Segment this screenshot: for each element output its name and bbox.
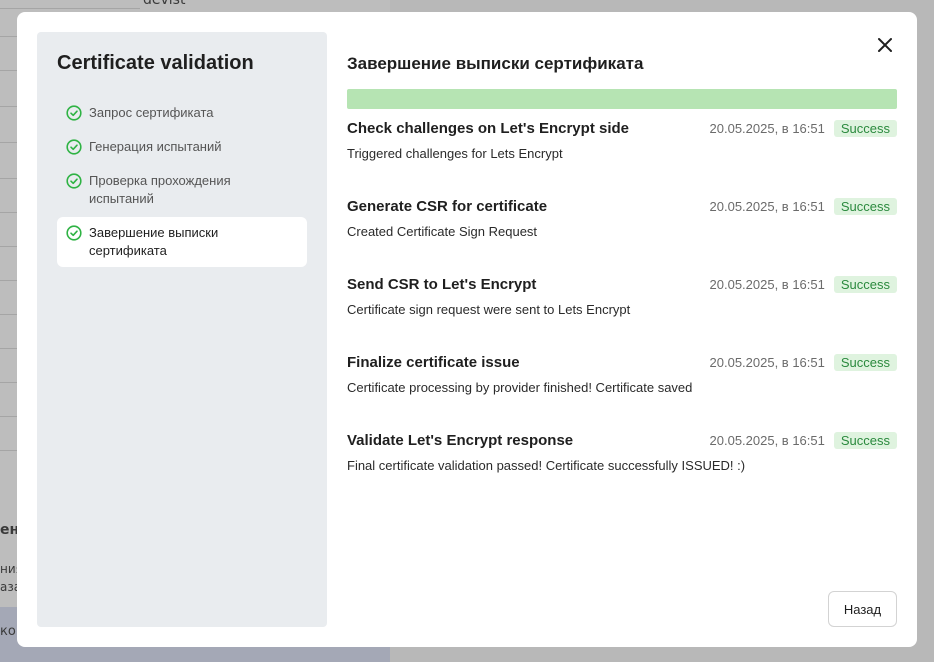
back-button[interactable]: Назад bbox=[828, 591, 897, 627]
check-circle-icon bbox=[66, 139, 82, 155]
log-description: Final certificate validation passed! Cer… bbox=[347, 458, 746, 473]
log-description: Certificate processing by provider finis… bbox=[347, 380, 693, 395]
log-title: Send CSR to Let's Encrypt bbox=[347, 275, 537, 293]
progress-bar bbox=[347, 89, 897, 109]
log-list: Check challenges on Let's Encrypt side 2… bbox=[347, 118, 897, 508]
log-timestamp: 20.05.2025, в 16:51 bbox=[709, 120, 825, 136]
step-label: Завершение выписки сертификата bbox=[89, 225, 219, 258]
check-circle-icon bbox=[66, 225, 82, 241]
status-badge: Success bbox=[833, 431, 897, 449]
check-circle-icon bbox=[66, 173, 82, 189]
step-item[interactable]: Запрос сертификата bbox=[57, 97, 307, 129]
status-badge: Success bbox=[833, 353, 897, 371]
step-details: Завершение выписки сертификата Check cha… bbox=[347, 32, 897, 627]
step-item[interactable]: Генерация испытаний bbox=[57, 131, 307, 163]
log-timestamp: 20.05.2025, в 16:51 bbox=[709, 198, 825, 214]
log-title: Generate CSR for certificate bbox=[347, 197, 548, 215]
steps-panel-title: Certificate validation bbox=[57, 52, 254, 74]
log-description: Certificate sign request were sent to Le… bbox=[347, 302, 631, 317]
log-item: Finalize certificate issue 20.05.2025, в… bbox=[347, 352, 897, 430]
step-item-active[interactable]: Завершение выписки сертификата bbox=[57, 217, 307, 267]
log-timestamp: 20.05.2025, в 16:51 bbox=[709, 354, 825, 370]
status-badge: Success bbox=[833, 275, 897, 293]
log-item: Send CSR to Let's Encrypt 20.05.2025, в … bbox=[347, 274, 897, 352]
status-badge: Success bbox=[833, 197, 897, 215]
log-description: Triggered challenges for Lets Encrypt bbox=[347, 146, 563, 161]
step-label: Проверка прохождения испытаний bbox=[89, 173, 231, 206]
step-label: Запрос сертификата bbox=[89, 105, 214, 120]
log-title: Validate Let's Encrypt response bbox=[347, 431, 574, 449]
log-item: Check challenges on Let's Encrypt side 2… bbox=[347, 118, 897, 196]
log-item: Validate Let's Encrypt response 20.05.20… bbox=[347, 430, 897, 508]
certificate-validation-modal: Certificate validation Запрос сертификат… bbox=[17, 12, 917, 647]
background-text: devist bbox=[143, 0, 186, 8]
log-timestamp: 20.05.2025, в 16:51 bbox=[709, 276, 825, 292]
steps-panel: Certificate validation Запрос сертификат… bbox=[37, 32, 327, 627]
log-timestamp: 20.05.2025, в 16:51 bbox=[709, 432, 825, 448]
status-badge: Success bbox=[833, 119, 897, 137]
log-item: Generate CSR for certificate 20.05.2025,… bbox=[347, 196, 897, 274]
log-title: Finalize certificate issue bbox=[347, 353, 520, 371]
check-circle-icon bbox=[66, 105, 82, 121]
log-title: Check challenges on Let's Encrypt side bbox=[347, 119, 629, 137]
progress-fill bbox=[347, 89, 897, 109]
step-details-title: Завершение выписки сертификата bbox=[347, 54, 644, 73]
step-item[interactable]: Проверка прохождения испытаний bbox=[57, 165, 307, 215]
background-divider bbox=[0, 8, 140, 9]
log-description: Created Certificate Sign Request bbox=[347, 224, 538, 239]
step-label: Генерация испытаний bbox=[89, 139, 222, 154]
